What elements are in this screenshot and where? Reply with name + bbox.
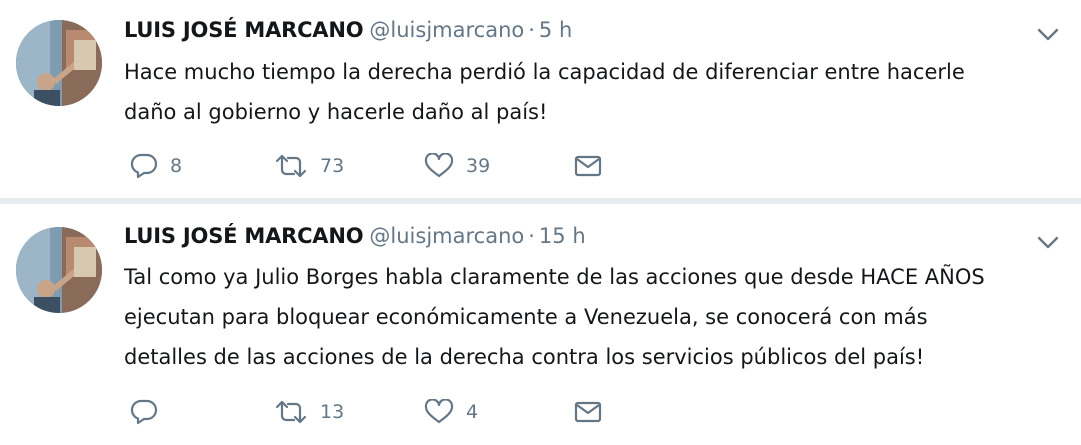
- heart-icon: [424, 399, 454, 424]
- tweet-text: Hace mucho tiempo la derecha perdió la c…: [124, 52, 1074, 132]
- like-button[interactable]: 4: [424, 394, 478, 430]
- author-handle[interactable]: @luisjmarcano: [369, 224, 524, 248]
- separator-dot: ·: [528, 18, 535, 42]
- tweet-header: LUIS JOSÉ MARCANO @luisjmarcano · 15 h: [124, 222, 586, 250]
- tweet-text-line: detalles de las acciones de la derecha c…: [124, 345, 925, 369]
- tweet-actions: 8 73 39: [124, 148, 624, 184]
- avatar[interactable]: [16, 227, 102, 313]
- reply-icon: [130, 153, 158, 179]
- reply-button[interactable]: [130, 394, 170, 430]
- tweet-header: LUIS JOSÉ MARCANO @luisjmarcano · 5 h: [124, 16, 572, 44]
- avatar[interactable]: [16, 20, 102, 106]
- like-button[interactable]: 39: [424, 148, 490, 184]
- heart-icon: [424, 153, 454, 178]
- chevron-down-icon[interactable]: [1037, 28, 1059, 42]
- envelope-icon: [574, 155, 602, 177]
- tweet-text-line: daño al gobierno y hacerle daño al país!: [124, 100, 548, 124]
- reply-button[interactable]: 8: [130, 148, 182, 184]
- envelope-icon: [574, 401, 602, 423]
- direct-message-button[interactable]: [574, 148, 602, 184]
- tweet-timestamp[interactable]: 5 h: [539, 18, 572, 42]
- like-count: 39: [466, 155, 491, 177]
- retweet-count: 13: [320, 401, 345, 423]
- retweet-icon: [275, 400, 307, 424]
- tweet-actions: 13 4: [124, 394, 624, 430]
- separator-dot: ·: [528, 224, 535, 248]
- tweet-text-line: Tal como ya Julio Borges habla clarament…: [124, 265, 985, 289]
- tweet[interactable]: LUIS JOSÉ MARCANO @luisjmarcano · 5 h Hace …: [0, 0, 1081, 198]
- tweet-text-line: Hace mucho tiempo la derecha perdió la c…: [124, 60, 965, 84]
- tweet-text-line: ejecutan para bloquear económicamente a …: [124, 305, 928, 329]
- retweet-button[interactable]: 13: [274, 394, 344, 430]
- tweet-text: Tal como ya Julio Borges habla clarament…: [124, 257, 1074, 377]
- author-name[interactable]: LUIS JOSÉ MARCANO: [124, 224, 364, 248]
- tweet[interactable]: LUIS JOSÉ MARCANO @luisjmarcano · 15 h Tal …: [0, 204, 1081, 445]
- author-handle[interactable]: @luisjmarcano: [369, 18, 524, 42]
- retweet-count: 73: [320, 155, 345, 177]
- like-count: 4: [466, 401, 479, 423]
- direct-message-button[interactable]: [574, 394, 602, 430]
- reply-icon: [130, 399, 158, 425]
- reply-count: 8: [170, 155, 183, 177]
- tweet-timestamp[interactable]: 15 h: [539, 224, 586, 248]
- retweet-button[interactable]: 73: [274, 148, 344, 184]
- author-name[interactable]: LUIS JOSÉ MARCANO: [124, 18, 364, 42]
- retweet-icon: [275, 154, 307, 178]
- chevron-down-icon[interactable]: [1037, 236, 1059, 250]
